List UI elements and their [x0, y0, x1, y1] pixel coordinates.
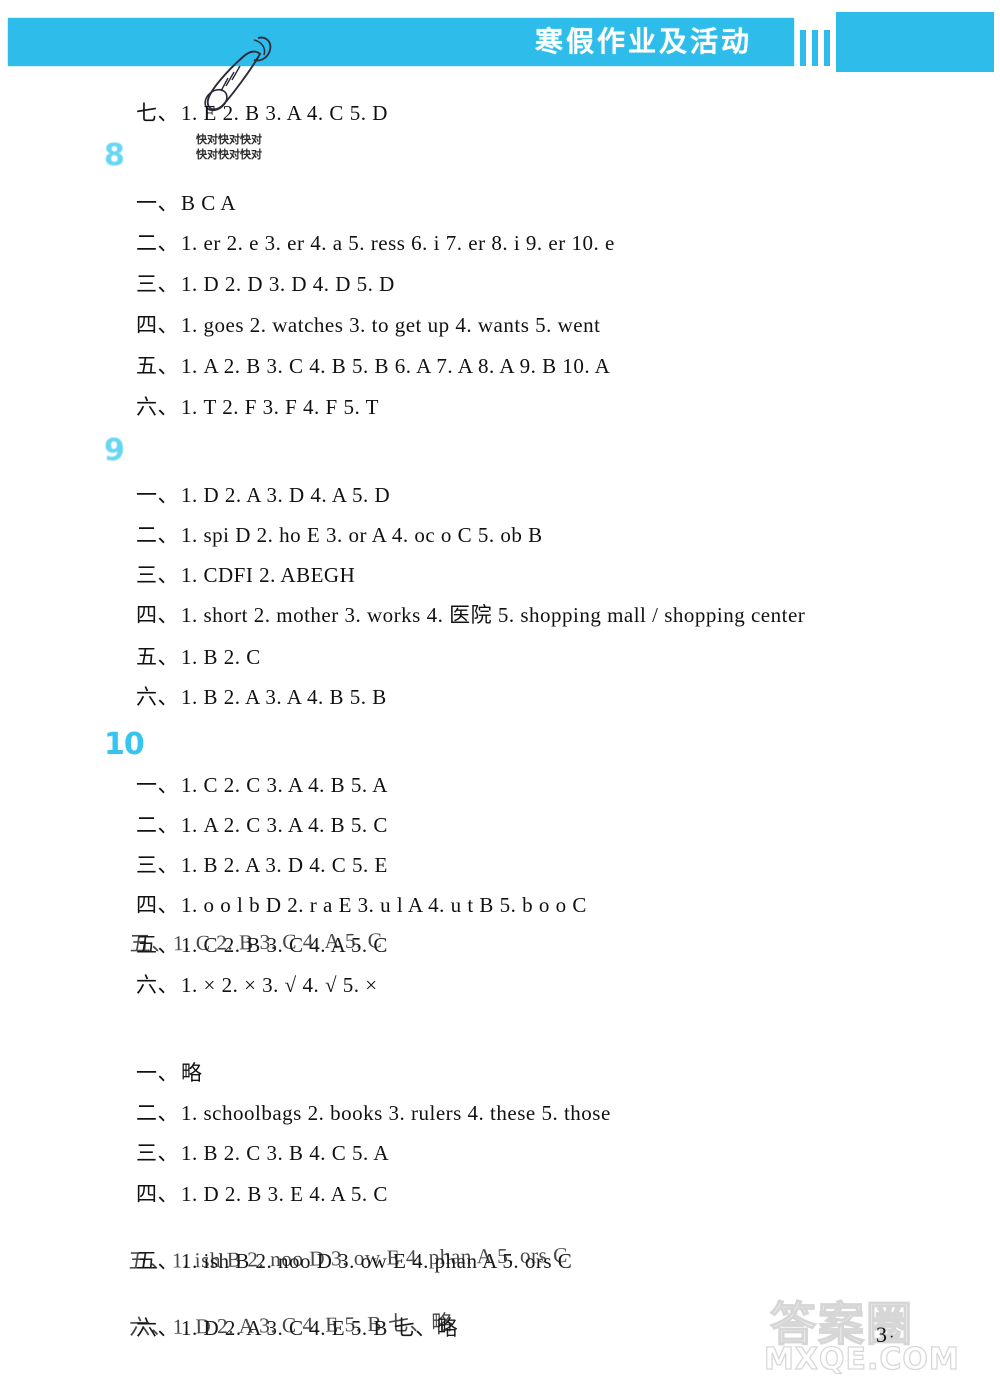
watermark-en-text: MXQE.COM [763, 1341, 960, 1377]
answer-label: 一、 [136, 483, 179, 507]
answer-text: 1. goes 2. watches 3. to get up 4. wants… [181, 313, 601, 337]
section-10-line-6: 六、1. × 2. × 3. √ 4. √ 5. × [136, 972, 378, 998]
answer-label: 四、 [136, 893, 179, 917]
section-9-line-2: 二、1. spi D 2. ho E 3. or A 4. oc o C 5. … [136, 522, 543, 548]
section-10-line-3: 三、1. B 2. A 3. D 4. C 5. E [136, 852, 388, 878]
answer-label: 六、 [136, 685, 179, 709]
section-number-8: 8 [104, 138, 125, 173]
answer-label: 三、 [136, 272, 179, 296]
answer-text: 1. o o l b D 2. r a E 3. u l A 4. u t B … [181, 893, 587, 917]
answer-label: 三、 [136, 563, 179, 587]
section-final-line-4: 四、1. D 2. B 3. E 4. A 5. C [136, 1181, 388, 1207]
answer-line-top: 七、1. E 2. B 3. A 4. C 5. D [136, 100, 388, 126]
answer-text: 1. C 2. B 3. C 4. A 5. C [181, 933, 388, 957]
answer-text: 1. B 2. C [181, 645, 261, 669]
answer-label: 七、 [136, 101, 179, 125]
section-final-line-3: 三、1. B 2. C 3. B 4. C 5. A [136, 1140, 389, 1166]
answer-text: 1. D 2. A 3. C 4. E 5. B 七、略 [181, 1316, 459, 1340]
answer-text: 1. short 2. mother 3. works 4. 医院 5. sho… [181, 603, 806, 627]
page-title: 寒假作业及活动 [535, 25, 753, 58]
answer-label: 一、 [136, 773, 179, 797]
section-number-9: 9 [104, 433, 125, 468]
answer-label: 四、 [136, 1182, 179, 1206]
answer-text: 1. A 2. C 3. A 4. B 5. C [181, 813, 388, 837]
section-8-line-1: 一、B C A [136, 190, 236, 216]
page-header: 寒假作业及活动 [0, 12, 1000, 72]
section-9-line-4: 四、1. short 2. mother 3. works 4. 医院 5. s… [136, 602, 805, 628]
banner-tick-3 [824, 30, 830, 66]
answer-label: 四、 [136, 313, 179, 337]
answer-label: 三、 [136, 853, 179, 877]
answer-label: 五、 [136, 645, 179, 669]
section-final-line-5: 五、1. ish B 2. noo D 3. ow E 4. phan A 5.… [136, 1248, 1000, 1274]
section-10-line-1: 一、1. C 2. C 3. A 4. B 5. A [136, 772, 388, 798]
section-8-line-2: 二、1. er 2. e 3. er 4. a 5. ress 6. i 7. … [136, 230, 615, 256]
answer-text: 1. B 2. C 3. B 4. C 5. A [181, 1141, 390, 1165]
answer-label: 二、 [136, 813, 179, 837]
section-9-line-3: 三、1. CDFI 2. ABEGH [136, 562, 355, 588]
doodle-note-line-1: 快对快对快对 [196, 133, 262, 146]
site-watermark: 答案圈 MXQE.COM [752, 1286, 992, 1382]
section-8-line-5: 五、1. A 2. B 3. C 4. B 5. B 6. A 7. A 8. … [136, 353, 610, 379]
banner-tick-2 [812, 30, 818, 66]
answer-text: B C A [181, 191, 237, 215]
answer-label: 二、 [136, 523, 179, 547]
answer-text: 1. C 2. C 3. A 4. B 5. A [181, 773, 388, 797]
section-10-line-5: 五、1. C 2. B 3. C 4. A 5. C [136, 932, 1000, 958]
answer-text: 1. CDFI 2. ABEGH [181, 563, 356, 587]
doodle-note: 快对快对快对 快对快对快对 [196, 132, 262, 162]
answer-label: 六、 [136, 1316, 179, 1340]
answer-label: 五、 [136, 354, 179, 378]
answer-text: 1. D 2. A 3. D 4. A 5. D [181, 483, 391, 507]
header-corner-block [836, 12, 994, 72]
answer-label: 五、 [136, 933, 179, 957]
answer-label: 六、 [136, 395, 179, 419]
answer-text: 1. × 2. × 3. √ 4. √ 5. × [181, 973, 378, 997]
section-9-line-5: 五、1. B 2. C [136, 644, 261, 670]
section-9-line-6: 六、1. B 2. A 3. A 4. B 5. B [136, 684, 387, 710]
answer-label: 二、 [136, 1101, 179, 1125]
answer-text: 1. E 2. B 3. A 4. C 5. D [181, 101, 388, 125]
answer-label: 一、 [136, 191, 179, 215]
answer-text: 1. ish B 2. noo D 3. ow E 4. phan A 5. o… [181, 1249, 573, 1273]
section-8-line-3: 三、1. D 2. D 3. D 4. D 5. D [136, 271, 395, 297]
answer-text: 1. B 2. A 3. D 4. C 5. E [181, 853, 388, 877]
answer-label: 六、 [136, 973, 179, 997]
banner-tick-1 [800, 30, 806, 66]
section-9-line-1: 一、1. D 2. A 3. D 4. A 5. D [136, 482, 390, 508]
answer-text: 1. T 2. F 3. F 4. F 5. T [181, 395, 379, 419]
answer-text: 略 [181, 1061, 203, 1085]
page-number: 3 · [876, 1322, 894, 1348]
answer-label: 一、 [136, 1061, 179, 1085]
section-8-line-4: 四、1. goes 2. watches 3. to get up 4. wan… [136, 312, 600, 338]
answer-label: 三、 [136, 1141, 179, 1165]
section-8-line-6: 六、1. T 2. F 3. F 4. F 5. T [136, 394, 379, 420]
answer-text: 1. spi D 2. ho E 3. or A 4. oc o C 5. ob… [181, 523, 543, 547]
answer-text: 1. A 2. B 3. C 4. B 5. B 6. A 7. A 8. A … [181, 354, 611, 378]
answer-key-page: 寒假作业及活动 快对快对快对 快对快对快对 七、1. E 2. B 3. A 4… [0, 0, 1000, 1382]
section-final-line-1: 一、略 [136, 1060, 203, 1086]
page-number-value: 3 [876, 1322, 887, 1347]
section-10-line-2: 二、1. A 2. C 3. A 4. B 5. C [136, 812, 388, 838]
answer-text: 1. D 2. B 3. E 4. A 5. C [181, 1182, 388, 1206]
section-number-10: 10 [104, 727, 145, 762]
answer-text: 1. B 2. A 3. A 4. B 5. B [181, 685, 387, 709]
section-10-line-4: 四、1. o o l b D 2. r a E 3. u l A 4. u t … [136, 892, 587, 918]
answer-label: 五、 [136, 1249, 179, 1273]
answer-label: 四、 [136, 603, 179, 627]
answer-label: 二、 [136, 231, 179, 255]
page-number-dot: · [889, 1329, 895, 1346]
section-final-line-2: 二、1. schoolbags 2. books 3. rulers 4. th… [136, 1100, 611, 1126]
doodle-note-line-2: 快对快对快对 [196, 148, 262, 161]
answer-text: 1. schoolbags 2. books 3. rulers 4. thes… [181, 1101, 611, 1125]
answer-text: 1. D 2. D 3. D 4. D 5. D [181, 272, 395, 296]
answer-text: 1. er 2. e 3. er 4. a 5. ress 6. i 7. er… [181, 231, 615, 255]
